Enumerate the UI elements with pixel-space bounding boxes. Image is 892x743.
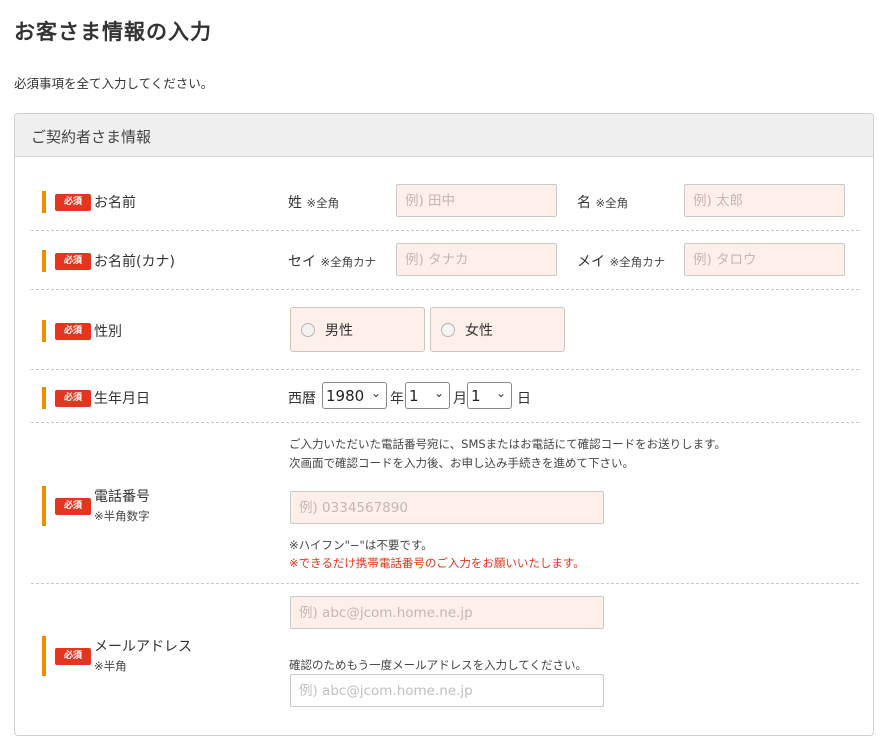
email-row: 必須 メールアドレス ※半角 確認のためもう一度メールアドレスを入力してください… [31, 584, 859, 724]
email-label: 必須 メールアドレス ※半角 [42, 636, 192, 676]
first-name-input[interactable] [684, 184, 845, 217]
chevron-down-icon: ⌄ [495, 386, 506, 400]
gender-label: 必須 性別 [42, 320, 122, 342]
birthdate-row: 必須 生年月日 西暦 1980 ⌄ 年 1 ⌄ 月 1 ⌄ 日 [31, 370, 859, 423]
first-name-label: 名 ※全角 [577, 195, 629, 211]
last-name-label: 姓 ※全角 [288, 195, 340, 211]
gender-option-female[interactable]: 女性 [430, 307, 565, 352]
required-badge: 必須 [55, 322, 91, 340]
name-row: 必須 お名前 姓 ※全角 名 ※全角 [31, 176, 859, 231]
phone-input[interactable] [290, 491, 604, 524]
panel-title: ご契約者さま情報 [15, 114, 873, 157]
page-title: お客さま情報の入力 [14, 20, 212, 44]
phone-warning: ※できるだけ携帯電話番号のご入力をお願いいたします。 [289, 556, 585, 570]
kana-row: 必須 お名前(カナ) セイ ※全角カナ メイ ※全角カナ [31, 231, 859, 290]
year-select[interactable]: 1980 ⌄ [322, 382, 387, 409]
chevron-down-icon: ⌄ [433, 386, 444, 400]
kana-label: 必須 お名前(カナ) [42, 250, 175, 272]
birthdate-label: 必須 生年月日 [42, 387, 150, 409]
required-badge: 必須 [55, 647, 91, 665]
phone-note-1: ご入力いただいた電話番号宛に、SMSまたはお電話にて確認コードをお送りします。 [289, 437, 727, 451]
year-unit: 年 [390, 391, 404, 407]
gender-option-male[interactable]: 男性 [290, 307, 425, 352]
last-kana-input[interactable] [396, 243, 557, 276]
required-badge: 必須 [55, 193, 91, 211]
gender-row: 必須 性別 男性 女性 [31, 290, 859, 370]
phone-note-2: 次画面で確認コードを入力後、お申し込み手続きを進めて下さい。 [289, 456, 634, 470]
first-kana-label: メイ ※全角カナ [577, 254, 666, 270]
contractor-info-panel: ご契約者さま情報 必須 お名前 姓 ※全角 名 ※全角 必須 お名前(カナ) セ… [14, 113, 874, 736]
email-input[interactable] [290, 596, 604, 629]
email-confirm-note: 確認のためもう一度メールアドレスを入力してください。 [289, 658, 587, 672]
radio-circle-icon [441, 322, 455, 337]
day-select[interactable]: 1 ⌄ [467, 382, 512, 409]
last-name-input[interactable] [396, 184, 557, 217]
name-label: 必須 お名前 [42, 191, 136, 213]
last-kana-label: セイ ※全角カナ [288, 254, 377, 270]
chevron-down-icon: ⌄ [370, 386, 381, 400]
era-label: 西暦 [288, 391, 316, 407]
phone-hint: ※ハイフン"−"は不要です。 [289, 538, 433, 552]
lead-text: 必須事項を全て入力してください。 [14, 76, 214, 91]
phone-row: 必須 電話番号 ※半角数字 ご入力いただいた電話番号宛に、SMSまたはお電話にて… [31, 423, 859, 584]
required-badge: 必須 [55, 497, 91, 515]
required-badge: 必須 [55, 389, 91, 407]
radio-circle-icon [301, 322, 315, 337]
email-confirm-input[interactable] [290, 674, 604, 707]
first-kana-input[interactable] [684, 243, 845, 276]
month-unit: 月 [453, 391, 467, 407]
day-unit: 日 [517, 391, 531, 407]
month-select[interactable]: 1 ⌄ [405, 382, 450, 409]
phone-label: 必須 電話番号 ※半角数字 [42, 486, 150, 526]
required-badge: 必須 [55, 252, 91, 270]
